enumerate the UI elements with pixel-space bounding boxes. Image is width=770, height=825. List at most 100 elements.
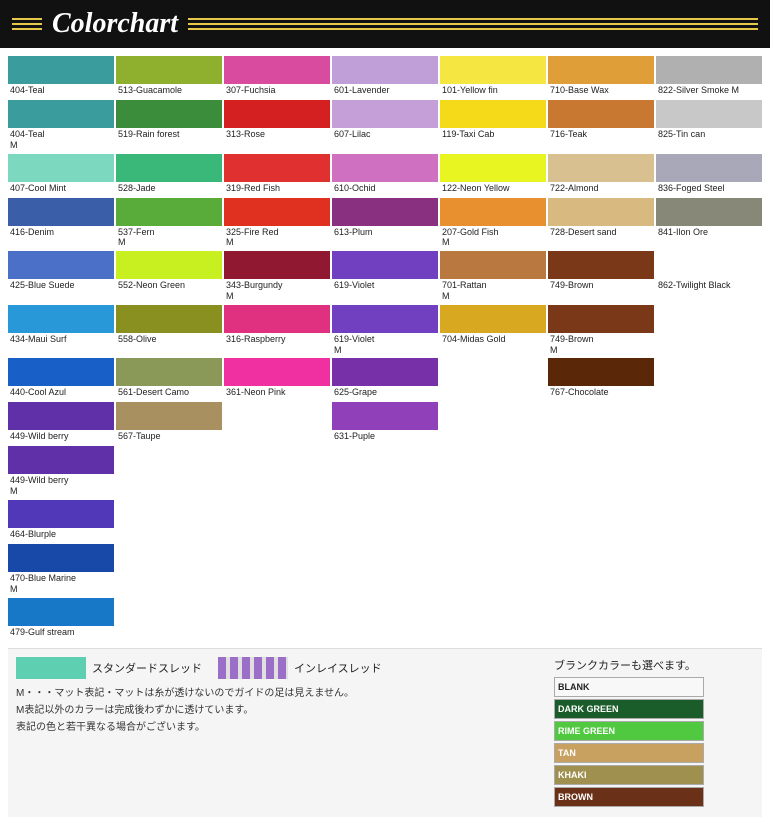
color-swatch (116, 305, 222, 333)
inlay-label: インレイスレッド (294, 660, 382, 676)
color-cell (656, 500, 762, 542)
color-label: 513-Guacamole (116, 84, 222, 97)
color-swatch (224, 198, 330, 226)
standard-legend: スタンダードスレッド (16, 657, 202, 679)
color-label: 767-Chocolate (548, 386, 654, 399)
color-cell (224, 598, 330, 640)
color-swatch (8, 305, 114, 333)
color-cell: 749-Brown (548, 251, 654, 303)
color-cell: 722-Almond (548, 154, 654, 196)
color-cell: 704-Midas Gold (440, 305, 546, 357)
color-cell (224, 500, 330, 542)
color-cell (656, 402, 762, 444)
color-swatch (332, 402, 438, 430)
color-label: 425-Blue Suede (8, 279, 114, 292)
color-cell (548, 446, 654, 498)
color-label: 479-Gulf stream (8, 626, 114, 639)
color-swatch (8, 358, 114, 386)
color-cell: 701-Rattan M (440, 251, 546, 303)
color-swatch (8, 446, 114, 474)
color-swatch (8, 500, 114, 528)
legend-notes-area: スタンダードスレッド インレイスレッド M・・・マット表記・マットは糸が透けない… (16, 657, 544, 736)
color-swatch (224, 100, 330, 128)
color-swatch (440, 198, 546, 226)
color-cell (548, 544, 654, 596)
blank-label: TAN (558, 743, 576, 763)
blank-colors-area: ブランクカラーも選べます。 BLANKDARK GREENRIME GREENT… (554, 657, 754, 809)
color-cell: 407-Cool Mint (8, 154, 114, 196)
color-cell: 537-Fern M (116, 198, 222, 250)
color-cell (440, 544, 546, 596)
color-cell: 619-Violet (332, 251, 438, 303)
inlay-legend: インレイスレッド (218, 657, 382, 679)
color-swatch (116, 251, 222, 279)
color-cell: 404-Teal M (8, 100, 114, 152)
color-swatch (548, 100, 654, 128)
color-grid: 404-Teal513-Guacamole307-Fuchsia601-Lave… (8, 56, 762, 640)
blank-color-item: KHAKI (554, 765, 704, 785)
color-swatch (8, 100, 114, 128)
color-cell (332, 598, 438, 640)
color-label: 601-Lavender (332, 84, 438, 97)
color-swatch (548, 56, 654, 84)
color-swatch (332, 198, 438, 226)
color-cell: 625-Grape (332, 358, 438, 400)
color-swatch (440, 56, 546, 84)
color-cell (656, 598, 762, 640)
color-cell: 528-Jade (116, 154, 222, 196)
color-label: 325-Fire Red M (224, 226, 330, 250)
color-cell: 101-Yellow fin (440, 56, 546, 98)
color-cell: 836-Foged Steel (656, 154, 762, 196)
color-swatch (440, 305, 546, 333)
color-cell: 425-Blue Suede (8, 251, 114, 303)
color-swatch (656, 198, 762, 226)
color-cell: 710-Base Wax (548, 56, 654, 98)
color-cell: 607-Lilac (332, 100, 438, 152)
color-cell: 449-Wild berry (8, 402, 114, 444)
color-cell: 319-Red Fish (224, 154, 330, 196)
color-swatch (332, 358, 438, 386)
color-cell: 558-Olive (116, 305, 222, 357)
color-cell: 434-Maui Surf (8, 305, 114, 357)
color-cell (440, 358, 546, 400)
inlay-swatch (218, 657, 288, 679)
color-label: 728-Desert sand (548, 226, 654, 239)
color-label: 561-Desert Camo (116, 386, 222, 399)
color-swatch (548, 198, 654, 226)
color-cell: 561-Desert Camo (116, 358, 222, 400)
blank-label: BLANK (558, 677, 590, 697)
color-cell: 464-Blurple (8, 500, 114, 542)
color-swatch (224, 56, 330, 84)
header: Colorchart (0, 0, 770, 48)
color-swatch (8, 251, 114, 279)
color-cell: 631-Puple (332, 402, 438, 444)
color-cell: 122-Neon Yellow (440, 154, 546, 196)
color-cell: 513-Guacamole (116, 56, 222, 98)
color-label: 416-Denim (8, 226, 114, 239)
color-cell: 307-Fuchsia (224, 56, 330, 98)
color-cell (548, 500, 654, 542)
color-swatch (332, 154, 438, 182)
color-cell (224, 402, 330, 444)
color-label: 613-Plum (332, 226, 438, 239)
color-label: 822-Silver Smoke M (656, 84, 762, 97)
color-cell: 601-Lavender (332, 56, 438, 98)
color-swatch (224, 358, 330, 386)
color-swatch (548, 251, 654, 279)
blank-colors-list: BLANKDARK GREENRIME GREENTANKHAKIBROWN (554, 677, 754, 807)
color-cell: 619-Violet M (332, 305, 438, 357)
color-swatch (656, 100, 762, 128)
blank-color-item: DARK GREEN (554, 699, 704, 719)
color-cell: 841-Ilon Ore (656, 198, 762, 250)
color-swatch (8, 598, 114, 626)
note-line: M表記以外のカラーは完成後わずかに透けています。 (16, 702, 544, 719)
color-cell: 361-Neon Pink (224, 358, 330, 400)
color-swatch (116, 100, 222, 128)
color-label: 710-Base Wax (548, 84, 654, 97)
color-label: 119-Taxi Cab (440, 128, 546, 141)
color-cell (332, 446, 438, 498)
color-cell: 313-Rose (224, 100, 330, 152)
blank-label: BROWN (558, 787, 593, 807)
color-label: 434-Maui Surf (8, 333, 114, 346)
color-swatch (548, 358, 654, 386)
